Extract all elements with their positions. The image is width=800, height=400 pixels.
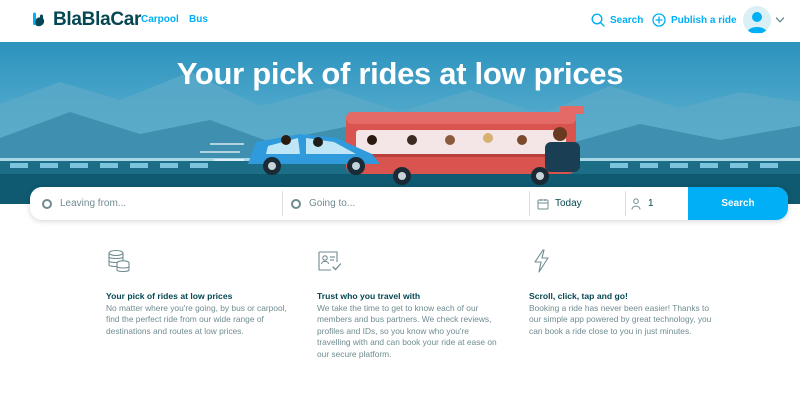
id-card-check-icon <box>318 251 342 271</box>
passengers-value: 1 <box>648 198 654 209</box>
origin-circle-icon <box>42 198 52 209</box>
person-icon <box>631 197 641 210</box>
date-field[interactable]: Today <box>530 187 624 220</box>
lightning-icon <box>534 249 549 273</box>
top-header: BlaBlaCar Carpool Bus Search Publish a r… <box>0 0 800 42</box>
hero-title: Your pick of rides at low prices <box>176 56 624 91</box>
feature-title: Trust who you travel with <box>317 291 421 301</box>
search-icon <box>591 13 605 27</box>
feature-title: Your pick of rides at low prices <box>106 291 233 301</box>
bus-illustration <box>346 106 584 185</box>
date-value: Today <box>555 198 582 209</box>
going-to-field[interactable] <box>283 187 529 220</box>
going-to-input[interactable] <box>309 198 499 209</box>
header-search-label: Search <box>610 14 644 26</box>
search-submit-button[interactable]: Search <box>688 187 788 220</box>
chevron-down-icon[interactable] <box>775 15 785 25</box>
destination-circle-icon <box>291 198 301 209</box>
plus-circle-icon <box>652 13 666 27</box>
calendar-icon <box>537 198 549 209</box>
feature-scroll-click: Scroll, click, tap and go! Booking a rid… <box>529 248 729 337</box>
feature-title: Scroll, click, tap and go! <box>529 291 628 301</box>
feature-description: Booking a ride has never been easier! Th… <box>529 303 712 336</box>
feature-low-prices: Your pick of rides at low prices No matt… <box>106 248 306 337</box>
user-icon <box>747 12 767 33</box>
leaving-from-field[interactable] <box>30 187 282 220</box>
nav-bus-link[interactable]: Bus <box>189 14 208 25</box>
blablacar-logo[interactable]: BlaBlaCar <box>30 9 141 31</box>
feature-description: No matter where you're going, by bus or … <box>106 303 287 336</box>
logo-text: BlaBlaCar <box>53 9 142 30</box>
nav-carpool-link[interactable]: Carpool <box>141 14 179 25</box>
ride-search-form: Today 1 Search <box>30 187 788 220</box>
coins-icon <box>108 249 130 273</box>
header-search-button[interactable]: Search <box>591 10 643 30</box>
feature-description: We take the time to get to know each of … <box>317 303 497 359</box>
feature-trust: Trust who you travel with We take the ti… <box>317 248 517 360</box>
passengers-field[interactable]: 1 <box>626 187 688 220</box>
user-avatar[interactable] <box>743 6 771 34</box>
hero-banner: Your pick of rides at low prices <box>0 42 800 204</box>
leaving-from-input[interactable] <box>60 198 250 209</box>
publish-ride-label: Publish a ride <box>671 14 737 26</box>
publish-ride-button[interactable]: Publish a ride <box>652 10 737 30</box>
logo-mark-icon <box>33 12 45 27</box>
